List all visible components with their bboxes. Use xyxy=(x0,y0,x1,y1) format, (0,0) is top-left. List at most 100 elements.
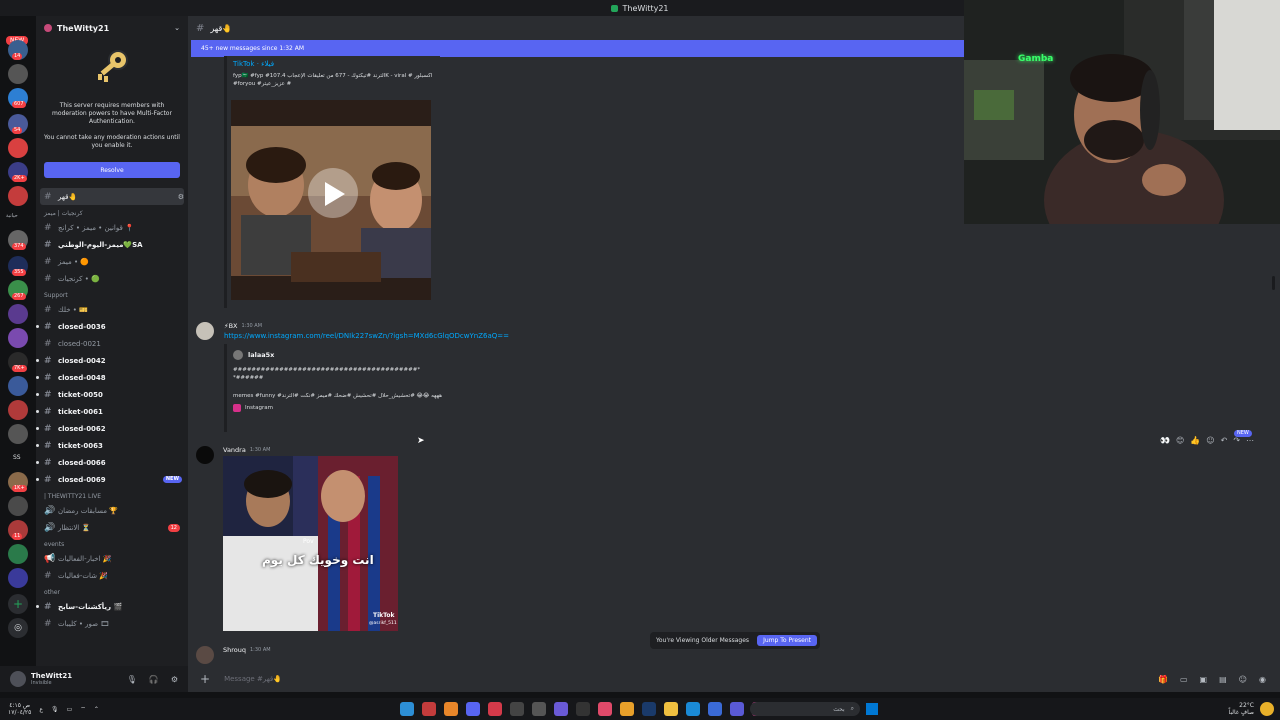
channel-item[interactable]: # كرنجيات • 🟢 xyxy=(36,270,188,287)
channel-item[interactable]: # خلك • 🎫 xyxy=(36,301,188,318)
app-icon[interactable] xyxy=(598,702,612,716)
channel-item[interactable]: # قوانين • ميمز • كرانج 📍 xyxy=(36,219,188,236)
message-author[interactable]: ⚡BX xyxy=(224,322,237,330)
server-icon[interactable] xyxy=(8,544,28,564)
discover-icon[interactable]: ◎ xyxy=(8,618,28,638)
channel-item[interactable]: # closed-0069 NEW xyxy=(36,471,188,488)
avatar[interactable] xyxy=(196,646,214,664)
sticker-icon[interactable]: ▣ xyxy=(1200,675,1208,684)
add-server-icon[interactable]: + xyxy=(8,594,28,614)
channel-item[interactable]: 📢 اخبار-الفعاليات 🎉 xyxy=(36,550,188,567)
teams-app-icon[interactable] xyxy=(730,702,744,716)
avatar[interactable] xyxy=(196,446,214,464)
channel-item[interactable]: # ticket-0063 xyxy=(36,437,188,454)
server-icon[interactable] xyxy=(8,328,28,348)
app-icon[interactable] xyxy=(532,702,546,716)
gift-icon[interactable]: 🎁 xyxy=(1158,675,1168,684)
channel-item[interactable]: # closed-0021 xyxy=(36,335,188,352)
channel-selected[interactable]: # قهر🤚 ⚙ xyxy=(40,188,184,205)
windows-start-icon[interactable] xyxy=(866,703,878,715)
server-icon[interactable] xyxy=(8,138,28,158)
app-icon[interactable] xyxy=(576,702,590,716)
channel-item[interactable]: # closed-0042 xyxy=(36,352,188,369)
category-header[interactable]: Support xyxy=(36,287,188,301)
headphones-icon[interactable]: 🎧 xyxy=(149,675,159,684)
apps-launcher-icon[interactable]: ◉ xyxy=(1259,675,1266,684)
app-icon[interactable] xyxy=(708,702,722,716)
server-header[interactable]: TheWitty21 ⌄ xyxy=(36,16,188,40)
channel-item[interactable]: # ميمز-اليوم-الوطني💚SA xyxy=(36,236,188,253)
category-header[interactable]: كرنجيات | ميمز xyxy=(36,205,188,219)
gear-icon[interactable]: ⚙ xyxy=(171,675,178,684)
category-header[interactable]: other xyxy=(36,584,188,598)
emoji-icon[interactable]: ☺ xyxy=(1239,675,1247,684)
reply-icon[interactable]: ↶ xyxy=(1221,436,1228,445)
channel-item[interactable]: # ticket-0061 xyxy=(36,403,188,420)
taskbar-time[interactable]: ص ٤:١٥ xyxy=(8,702,31,709)
resolve-button[interactable]: Resolve xyxy=(44,162,180,178)
chrome-app-icon[interactable] xyxy=(620,702,634,716)
forward-icon[interactable]: ↷ xyxy=(1233,436,1240,445)
app-icon[interactable]: ▤ xyxy=(1219,675,1227,684)
channel-item[interactable]: # closed-0048 xyxy=(36,369,188,386)
server-icon[interactable] xyxy=(8,400,28,420)
thumbs-up-icon[interactable]: 👍 xyxy=(1190,436,1200,445)
server-icon[interactable] xyxy=(8,304,28,324)
edge-app-icon[interactable] xyxy=(686,702,700,716)
jump-to-present-button[interactable]: Jump To Present xyxy=(757,635,817,646)
channel-item[interactable]: # شات-فعاليات 🎉 xyxy=(36,567,188,584)
taskbar-search[interactable]: بحث ⌕ xyxy=(750,702,860,716)
channel-item[interactable]: # ميمز • 🟠 xyxy=(36,253,188,270)
smile-emoji-icon[interactable]: 😊 xyxy=(1176,436,1184,445)
chevron-up-icon[interactable]: ⌃ xyxy=(94,706,99,713)
server-icon[interactable] xyxy=(8,496,28,516)
voice-channel-item[interactable]: 🔊 الانتظار ⏳ 12 xyxy=(36,519,188,536)
channel-item[interactable]: # closed-0036 xyxy=(36,318,188,335)
message-author[interactable]: Vandra xyxy=(223,446,246,454)
new-messages-banner[interactable]: 45+ new messages since 1:32 AM xyxy=(191,40,964,57)
channel-item[interactable]: # closed-0066 xyxy=(36,454,188,471)
app-icon[interactable] xyxy=(422,702,436,716)
avatar[interactable] xyxy=(196,322,214,340)
eyes-emoji-icon[interactable]: 👀 xyxy=(1160,436,1170,445)
chevron-down-icon[interactable]: ⌄ xyxy=(174,24,180,32)
avatar[interactable] xyxy=(10,671,26,687)
message-link[interactable]: https://www.instagram.com/reel/DNIk227sw… xyxy=(224,332,509,340)
embed-title[interactable]: TikTok · فيلاء xyxy=(227,56,440,72)
scrollbar-thumb[interactable] xyxy=(1272,276,1275,290)
message-author[interactable]: Shrouq xyxy=(223,646,246,654)
server-icon[interactable] xyxy=(8,568,28,588)
app-icon[interactable] xyxy=(510,702,524,716)
app-icon[interactable] xyxy=(444,702,458,716)
server-acronym[interactable]: SS xyxy=(13,454,21,461)
microphone-icon[interactable]: 🎙 xyxy=(127,675,137,684)
channel-item[interactable]: # ريأكشنات-سابح 🎬 xyxy=(36,598,188,615)
add-reaction-icon[interactable]: ☺ xyxy=(1206,436,1214,445)
wifi-icon[interactable]: ⌔ xyxy=(80,706,86,713)
voice-channel-item[interactable]: 🔊 مسابقات رمضان 🏆 xyxy=(36,502,188,519)
category-header[interactable]: | THEWITTY21 LIVE xyxy=(36,488,188,502)
steam-app-icon[interactable] xyxy=(642,702,656,716)
taskbar-date[interactable]: ١٧/٠٤/٢٥ xyxy=(8,709,31,716)
gif-icon[interactable]: ▭ xyxy=(1180,675,1188,684)
server-icon[interactable] xyxy=(8,424,28,444)
channel-item[interactable]: # صور • كليبات 🎞 xyxy=(36,615,188,632)
server-icon[interactable] xyxy=(8,64,28,84)
chrome-app-icon[interactable] xyxy=(400,702,414,716)
app-icon[interactable] xyxy=(554,702,568,716)
folder-app-icon[interactable] xyxy=(664,702,678,716)
language-indicator[interactable]: ع xyxy=(39,706,43,713)
channel-item[interactable]: # closed-0062 xyxy=(36,420,188,437)
discord-app-icon[interactable] xyxy=(466,702,480,716)
settings-icon[interactable]: ⚙ xyxy=(178,193,184,201)
category-header[interactable]: events xyxy=(36,536,188,550)
server-icon[interactable] xyxy=(8,186,28,206)
microphone-icon[interactable]: 🎙 xyxy=(51,706,59,713)
add-attachment-icon[interactable]: + xyxy=(200,672,210,686)
more-icon[interactable]: ⋯ xyxy=(1246,436,1254,445)
monitor-icon[interactable]: ▭ xyxy=(67,706,73,713)
app-icon[interactable] xyxy=(488,702,502,716)
channel-item[interactable]: # ticket-0050 xyxy=(36,386,188,403)
server-icon[interactable] xyxy=(8,376,28,396)
embed-author[interactable]: lalaa5x xyxy=(248,351,274,359)
